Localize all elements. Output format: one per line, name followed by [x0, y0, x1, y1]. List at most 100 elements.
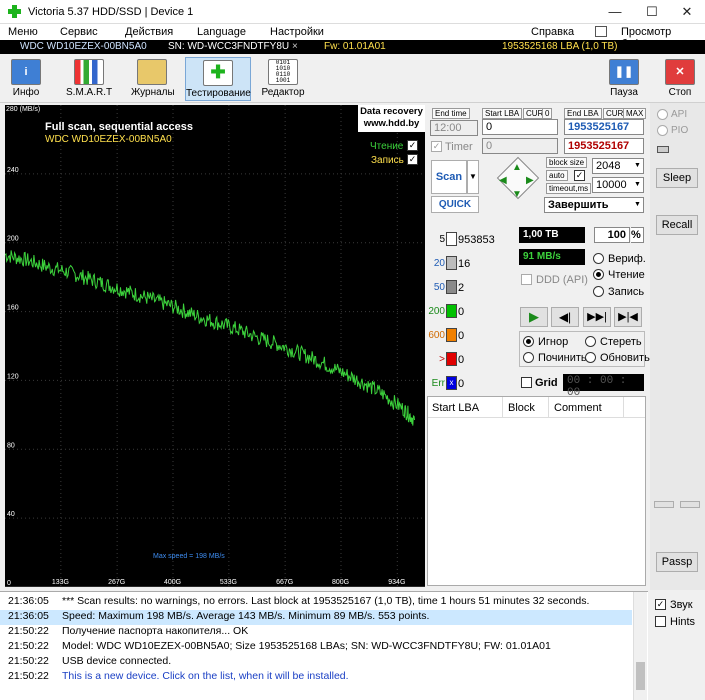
info-icon: i: [11, 59, 41, 85]
column-divider: [548, 397, 549, 417]
log-row-selected[interactable]: 21:36:05 Speed: Maximum 198 MB/s. Average…: [0, 610, 632, 625]
column-start-lba[interactable]: Start LBA: [432, 402, 479, 414]
auto-checkbox[interactable]: ✓: [574, 170, 585, 181]
data-recovery-badge[interactable]: Data recovery www.hdd.by: [358, 105, 425, 132]
scan-button[interactable]: Scan: [431, 160, 467, 194]
write-legend-checkbox[interactable]: ✓: [407, 154, 418, 165]
menu-item-help[interactable]: Справка: [531, 26, 574, 38]
erase-radio[interactable]: [585, 336, 596, 347]
menu-item-language[interactable]: Language: [197, 26, 246, 38]
arrow-up-icon[interactable]: ▲: [512, 162, 522, 173]
column-block[interactable]: Block: [508, 402, 535, 414]
x-tick-label: 133G: [52, 579, 69, 586]
end-max-button[interactable]: MAX: [623, 108, 647, 119]
read-legend-checkbox[interactable]: ✓: [407, 140, 418, 151]
skip-button[interactable]: ▶▶|: [583, 307, 611, 327]
end-lba-field-2[interactable]: 1953525167: [564, 138, 644, 154]
device-close-icon[interactable]: ×: [292, 41, 298, 52]
log-scrollbar-thumb[interactable]: [636, 662, 645, 690]
sleep-button[interactable]: Sleep: [656, 168, 698, 188]
max-speed-label: Max speed = 198 MB/s: [153, 553, 225, 560]
end-button[interactable]: ▶|◀: [614, 307, 642, 327]
minimize-button[interactable]: —: [600, 0, 630, 24]
passp-button[interactable]: Passp: [656, 552, 698, 572]
menu-item-menu[interactable]: Меню: [8, 26, 38, 38]
device-bar[interactable]: WDC WD10EZEX-00BN5A0 SN: WD-WCC3FNDTFY8U…: [0, 40, 705, 54]
log-scrollbar[interactable]: [633, 592, 647, 700]
verify-radio[interactable]: [593, 253, 604, 264]
repair-radio[interactable]: [523, 352, 534, 363]
block-swatch-err: x: [446, 376, 457, 390]
block-label-200: 200: [428, 306, 445, 317]
log-row[interactable]: 21:50:22 USB device connected.: [0, 655, 632, 670]
sound-checkbox[interactable]: ✓: [655, 599, 666, 610]
grid-checkbox[interactable]: [521, 377, 532, 388]
read-speed-series: [5, 250, 415, 426]
play-button[interactable]: ▶: [520, 307, 548, 327]
block-label-600: 600: [428, 330, 445, 341]
log-row[interactable]: 21:50:22 This is a new device. Click on t…: [0, 670, 632, 685]
write-radio[interactable]: [593, 286, 604, 297]
end-lba-label: End LBA: [564, 108, 602, 119]
info-button[interactable]: i Инфо: [10, 57, 42, 101]
log-panel[interactable]: 21:36:05 *** Scan results: no warnings, n…: [0, 591, 648, 700]
write-label: Запись: [608, 286, 645, 298]
menu-item-settings[interactable]: Настройки: [270, 26, 324, 38]
y-tick-label: 240: [7, 167, 19, 174]
aux-button-1[interactable]: [654, 501, 674, 508]
start-lba-label: Start LBA: [482, 108, 523, 119]
block-swatch-20: [446, 256, 457, 270]
smart-button[interactable]: S.M.A.R.T: [66, 57, 112, 101]
end-lba-field[interactable]: 1953525167: [564, 119, 644, 135]
read-radio[interactable]: [593, 269, 604, 280]
timer-checkbox[interactable]: ✓: [431, 141, 442, 152]
end-time-field[interactable]: 12:00: [430, 120, 478, 136]
stop-button[interactable]: ✕ Стоп: [662, 57, 698, 101]
maximize-button[interactable]: ☐: [637, 0, 667, 24]
start-lba-field[interactable]: 0: [482, 119, 558, 135]
refresh-radio[interactable]: [585, 352, 596, 363]
log-row[interactable]: 21:50:22 Model: WDC WD10EZEX-00BN5A0; Siz…: [0, 640, 632, 655]
arrow-right-icon[interactable]: ▶: [526, 175, 534, 186]
x-tick-label: 267G: [108, 579, 125, 586]
speed-graph[interactable]: 240 200 160 120 80 40 0 133G 267G 400G 533G 667G 800…: [5, 105, 425, 587]
start-zero-button[interactable]: 0: [542, 108, 553, 119]
smart-icon: [74, 59, 104, 85]
menu-item-service[interactable]: Сервис: [60, 26, 98, 38]
recall-button[interactable]: Recall: [656, 215, 698, 235]
x-tick-label: 533G: [220, 579, 237, 586]
testing-button[interactable]: ✚ Тестирование: [185, 57, 251, 101]
column-divider: [623, 397, 624, 417]
finish-action-select[interactable]: Завершить: [544, 197, 644, 213]
rewind-button[interactable]: ◀|: [551, 307, 579, 327]
scan-dropdown-icon[interactable]: ▼: [467, 160, 479, 194]
x-tick-label: 800G: [332, 579, 349, 586]
window-title: Victoria 5.37 HDD/SSD | Device 1: [28, 6, 194, 18]
quick-button[interactable]: QUICK: [431, 196, 479, 213]
ddd-api-checkbox[interactable]: [521, 274, 532, 285]
menu-item-actions[interactable]: Действия: [125, 26, 173, 38]
ignore-radio[interactable]: [523, 336, 534, 347]
column-comment[interactable]: Comment: [554, 402, 602, 414]
pause-button[interactable]: ❚❚ Пауза: [606, 57, 642, 101]
close-button[interactable]: ✕: [672, 0, 702, 24]
direction-pad[interactable]: ▲ ▼ ◀ ▶: [496, 156, 540, 204]
defects-table[interactable]: Start LBA Block Comment: [427, 396, 646, 586]
log-row[interactable]: 21:50:22 Получение паспорта накопителя...…: [0, 625, 632, 640]
journals-button[interactable]: Журналы: [131, 57, 175, 101]
editor-button[interactable]: 0101 1010 0110 1001 Редактор: [260, 57, 306, 101]
block-count-600: 0: [458, 330, 465, 342]
block-size-label: block size: [546, 157, 588, 168]
arrow-down-icon[interactable]: ▼: [512, 189, 522, 200]
end-time-label: End time: [432, 108, 470, 119]
block-count-5: 953853: [458, 234, 495, 246]
log-row[interactable]: 21:36:05 *** Scan results: no warnings, n…: [0, 595, 632, 610]
block-label-50: 50: [433, 282, 445, 293]
arrow-left-icon[interactable]: ◀: [499, 175, 507, 186]
timer-field[interactable]: 0: [482, 138, 558, 154]
aux-button-2[interactable]: [680, 501, 700, 508]
api-radio[interactable]: [657, 109, 668, 120]
pio-radio[interactable]: [657, 125, 668, 136]
hints-checkbox[interactable]: [655, 616, 666, 627]
block-label-20: 20: [433, 258, 445, 269]
